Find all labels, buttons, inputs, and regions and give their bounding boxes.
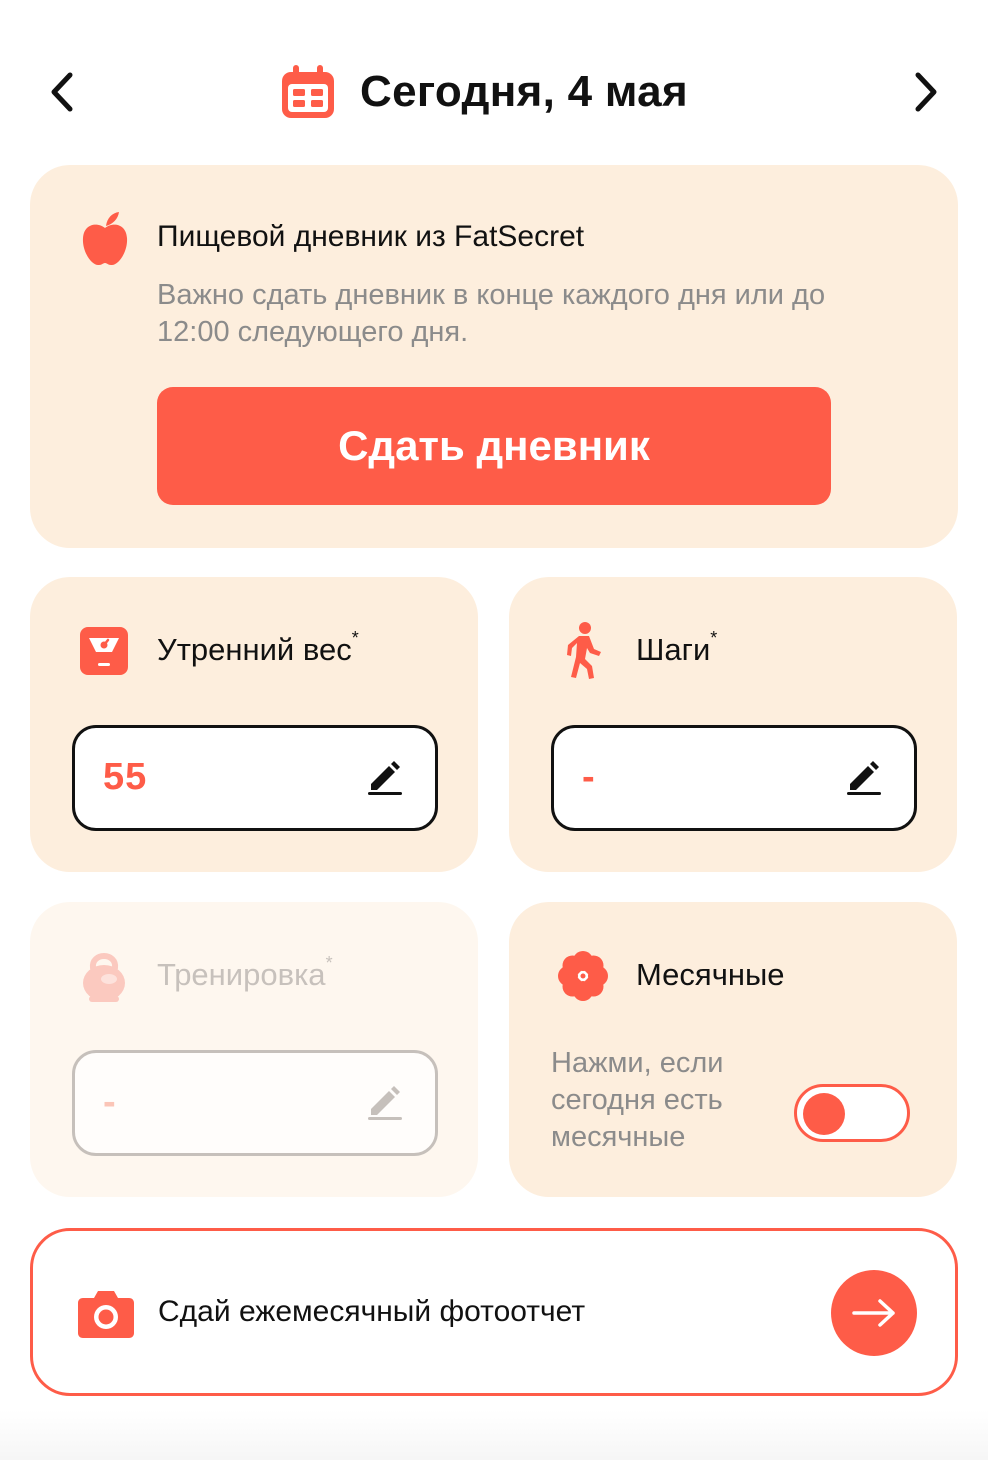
training-value: -	[103, 1081, 117, 1123]
pencil-icon[interactable]	[367, 1083, 403, 1121]
pencil-icon[interactable]	[367, 758, 403, 796]
photo-report-button[interactable]: Сдай ежемесячный фотоотчет	[30, 1228, 958, 1396]
period-card: Месячные Нажми, если сегодня есть месячн…	[509, 902, 957, 1197]
food-diary-description: Важно сдать дневник в конце каждого дня …	[157, 279, 826, 348]
apple-icon	[82, 212, 128, 266]
morning-weight-card: Утренний вес* 55	[30, 577, 478, 872]
training-input[interactable]: -	[72, 1050, 438, 1156]
period-title: Месячные	[636, 957, 785, 992]
camera-icon	[78, 1291, 134, 1338]
weight-value: 55	[103, 756, 148, 798]
date-display[interactable]: Сегодня, 4 мая	[280, 60, 688, 124]
weight-input[interactable]: 55	[72, 725, 438, 831]
required-mark: *	[351, 628, 359, 648]
training-title: Тренировка*	[157, 953, 333, 992]
walking-icon	[557, 622, 609, 679]
steps-value: -	[582, 756, 596, 798]
header: Сегодня, 4 мая	[0, 0, 988, 180]
pencil-icon[interactable]	[846, 758, 882, 796]
page-title: Сегодня, 4 мая	[360, 67, 688, 116]
kettlebell-icon	[78, 948, 130, 1004]
food-diary-card: Пищевой дневник из FatSecret Важно сдать…	[30, 165, 958, 548]
scale-icon	[78, 623, 130, 679]
required-mark: *	[325, 953, 333, 973]
morning-weight-title: Утренний вес*	[157, 628, 359, 667]
bottom-fade	[0, 1410, 988, 1460]
toggle-knob	[803, 1093, 845, 1135]
steps-title: Шаги*	[636, 628, 718, 667]
required-mark: *	[710, 628, 718, 648]
next-day-button[interactable]	[896, 62, 956, 122]
food-diary-title: Пищевой дневник из FatSecret	[157, 220, 585, 253]
submit-diary-button[interactable]: Сдать дневник	[157, 387, 831, 505]
photo-report-arrow-button[interactable]	[831, 1270, 917, 1356]
training-card: Тренировка* -	[30, 902, 478, 1197]
prev-day-button[interactable]	[32, 62, 92, 122]
photo-report-label: Сдай ежемесячный фотоотчет	[158, 1295, 586, 1328]
period-description: Нажми, если сегодня есть месячные	[551, 1047, 724, 1153]
arrow-right-icon	[852, 1299, 895, 1327]
flower-icon	[557, 948, 609, 1004]
chevron-left-icon	[51, 72, 73, 112]
period-toggle[interactable]	[794, 1084, 910, 1142]
steps-card: Шаги* -	[509, 577, 957, 872]
calendar-icon	[282, 65, 334, 118]
chevron-right-icon	[915, 72, 937, 112]
steps-input[interactable]: -	[551, 725, 917, 831]
